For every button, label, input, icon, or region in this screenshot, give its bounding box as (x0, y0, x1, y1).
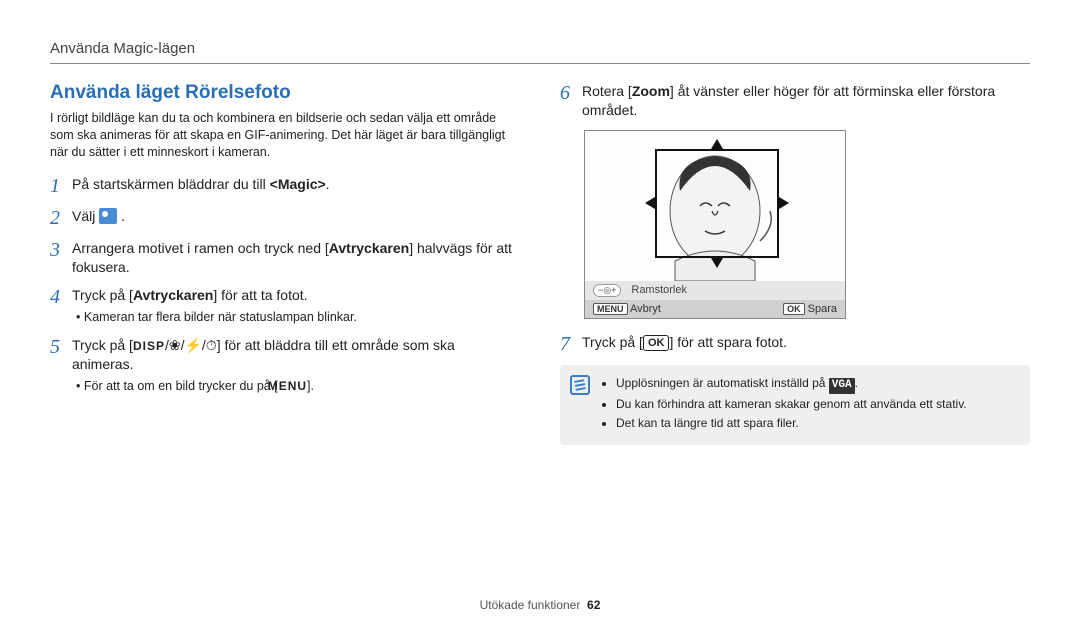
camera-screen-image (585, 131, 845, 281)
chapter-title: Använda Magic-lägen (50, 40, 1030, 57)
camera-action-bar: MENU Avbryt OK Spara (585, 300, 845, 318)
step-body: Tryck på [OK] för att spara fotot. (582, 333, 1030, 352)
save-label: Spara (808, 303, 837, 315)
footer-section: Utökade funktioner (480, 598, 581, 612)
note-item: Upplösningen är automatiskt inställd på … (616, 375, 1018, 394)
note-item: Du kan förhindra att kameran skakar geno… (616, 396, 1018, 413)
note-list: Upplösningen är automatiskt inställd på … (602, 375, 1018, 433)
steps-list-right-2: 7 Tryck på [OK] för att spara fotot. (560, 333, 1030, 355)
step-body: Rotera [Zoom] åt vänster eller höger för… (582, 82, 1030, 120)
step-body: Arrangera motivet i ramen och tryck ned … (72, 239, 520, 277)
page-number: 62 (587, 598, 600, 612)
step-number: 2 (50, 207, 72, 229)
step-6: 6 Rotera [Zoom] åt vänster eller höger f… (560, 82, 1030, 120)
vga-icon: VGA (829, 378, 855, 394)
camera-hint-bar: −◎+ Ramstorlek (585, 281, 845, 300)
arrow-left-icon (645, 197, 655, 209)
ok-badge: OK (783, 303, 805, 315)
step-number: 7 (560, 333, 582, 355)
two-column-layout: Använda läget Rörelsefoto I rörligt bild… (50, 82, 1030, 445)
step-2: 2 Välj . (50, 207, 520, 229)
step-number: 1 (50, 175, 72, 197)
step-subnote: För att ta om en bild trycker du på [MEN… (72, 378, 520, 395)
intro-paragraph: I rörligt bildläge kan du ta och kombine… (50, 110, 520, 161)
page-footer: Utökade funktioner 62 (0, 598, 1080, 612)
arrow-up-icon (711, 139, 723, 149)
step-4: 4 Tryck på [Avtryckaren] för att ta foto… (50, 286, 520, 326)
left-column: Använda läget Rörelsefoto I rörligt bild… (50, 82, 520, 445)
step-subnote: Kameran tar flera bilder när statuslampa… (72, 309, 520, 326)
steps-list-right: 6 Rotera [Zoom] åt vänster eller höger f… (560, 82, 1030, 120)
focus-frame (655, 149, 779, 258)
step-3: 3 Arrangera motivet i ramen och tryck ne… (50, 239, 520, 277)
right-column: 6 Rotera [Zoom] åt vänster eller höger f… (560, 82, 1030, 445)
ok-icon: OK (643, 335, 670, 351)
note-icon (570, 375, 590, 395)
step-number: 5 (50, 336, 72, 358)
step-5: 5 Tryck på [DISP/❀/⚡/⏱] för att bläddra … (50, 336, 520, 395)
disp-icon: DISP (133, 338, 165, 354)
step-body: Välj . (72, 207, 520, 226)
step-number: 3 (50, 239, 72, 261)
step-body: Tryck på [DISP/❀/⚡/⏱] för att bläddra ti… (72, 336, 520, 395)
cancel-label: Avbryt (630, 303, 661, 315)
step-number: 4 (50, 286, 72, 308)
steps-list: 1 På startskärmen bläddrar du till <Magi… (50, 175, 520, 395)
section-heading: Använda läget Rörelsefoto (50, 82, 520, 104)
macro-icon: ❀ (169, 337, 181, 353)
flash-icon: ⚡ (184, 337, 201, 353)
manual-page: Använda Magic-lägen Använda läget Rörels… (0, 0, 1080, 630)
menu-icon: MENU (278, 378, 307, 394)
step-7: 7 Tryck på [OK] för att spara fotot. (560, 333, 1030, 355)
step-body: Tryck på [Avtryckaren] för att ta fotot.… (72, 286, 520, 326)
camera-screen-mock: −◎+ Ramstorlek MENU Avbryt OK Spara (584, 130, 846, 319)
divider (50, 63, 1030, 64)
menu-badge: MENU (593, 303, 628, 315)
note-box: Upplösningen är automatiskt inställd på … (560, 365, 1030, 445)
framesize-label: Ramstorlek (631, 284, 687, 296)
step-1: 1 På startskärmen bläddrar du till <Magi… (50, 175, 520, 197)
mode-icon (99, 208, 117, 224)
step-number: 6 (560, 82, 582, 104)
note-item: Det kan ta längre tid att spara filer. (616, 415, 1018, 432)
timer-icon: ⏱ (206, 337, 217, 353)
arrow-down-icon (711, 258, 723, 268)
step-body: På startskärmen bläddrar du till <Magic>… (72, 175, 520, 194)
arrow-right-icon (779, 197, 789, 209)
zoom-pill-icon: −◎+ (593, 284, 621, 297)
